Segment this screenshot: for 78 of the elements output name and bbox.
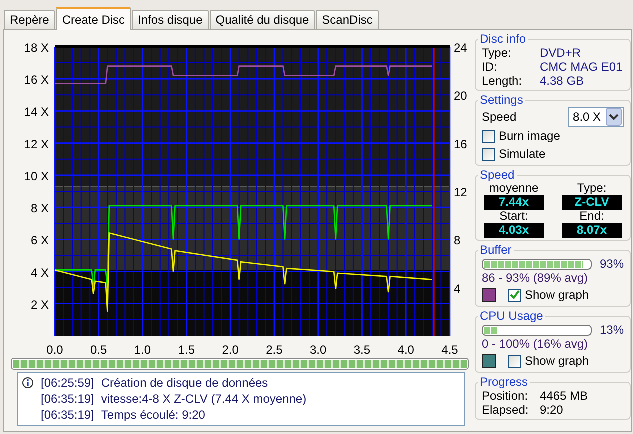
readout-value: Z-CLV bbox=[562, 195, 622, 210]
log-time: [06:35:19] bbox=[40, 407, 96, 423]
axis-label: 18 X bbox=[24, 41, 49, 55]
axis-label: 3.0 bbox=[310, 343, 327, 357]
axis-label: 4 bbox=[454, 282, 461, 296]
log-time: [06:35:19] bbox=[40, 391, 96, 407]
speed-dropdown[interactable]: 8.0 X bbox=[568, 107, 624, 127]
field-label: Length: bbox=[482, 74, 524, 88]
axis-label: 4.5 bbox=[442, 343, 458, 357]
color-swatch[interactable] bbox=[482, 288, 496, 302]
tab[interactable]: Qualité du disque bbox=[210, 10, 316, 29]
axis-label: 8 bbox=[454, 234, 461, 248]
axis-label: 2.5 bbox=[266, 343, 283, 357]
axis-label: 2 X bbox=[30, 298, 49, 312]
dropdown-icon bbox=[606, 108, 622, 126]
axis-label: 12 bbox=[454, 186, 468, 200]
checkbox-label: Show graph bbox=[525, 354, 590, 368]
group-title: Progress bbox=[479, 375, 530, 389]
readout-value: 7.44x bbox=[484, 195, 544, 210]
color-swatch[interactable] bbox=[482, 354, 496, 368]
field-value: CMC MAG E01 bbox=[540, 60, 623, 74]
tab[interactable]: Repère bbox=[4, 10, 56, 29]
axis-label: 2.0 bbox=[222, 343, 239, 357]
readout-label: Start: bbox=[500, 210, 528, 223]
tab[interactable]: ScanDisc bbox=[316, 10, 379, 29]
readout-label: Type: bbox=[577, 182, 607, 195]
readout-label: moyenne bbox=[489, 182, 539, 195]
group-title: Disc info bbox=[479, 32, 528, 46]
axis-label: 8 X bbox=[30, 202, 49, 216]
checkbox[interactable] bbox=[482, 148, 495, 160]
checkbox[interactable] bbox=[508, 288, 521, 302]
info-icon bbox=[22, 377, 34, 389]
group-title: CPU Usage bbox=[479, 309, 544, 323]
speed-label: Speed bbox=[482, 110, 517, 124]
field-label: ID: bbox=[482, 60, 498, 74]
meter-reading: 93% bbox=[600, 257, 624, 271]
field-label: Elapsed: bbox=[482, 403, 530, 417]
checkbox-label: Show graph bbox=[525, 288, 590, 302]
axis-label: 6 X bbox=[30, 234, 49, 248]
group-title: Buffer bbox=[479, 243, 513, 257]
axis-label: 12 X bbox=[24, 137, 49, 152]
axis-label: 4 X bbox=[30, 266, 49, 280]
field-value: 4.38 GB bbox=[540, 74, 584, 88]
field-value: DVD+R bbox=[540, 46, 582, 60]
log-message: Création de disque de données bbox=[101, 375, 268, 391]
axis-label: 10 X bbox=[24, 169, 49, 184]
log-message: vitesse:4-8 X Z-CLV (7.44 X moyenne) bbox=[101, 391, 307, 407]
group-title: Settings bbox=[479, 93, 524, 107]
checkbox-label: Burn image bbox=[499, 129, 560, 143]
axis-label: 0.0 bbox=[46, 343, 64, 357]
field-label: Position: bbox=[482, 389, 530, 403]
log-time: [06:25:59] bbox=[40, 375, 96, 391]
tab[interactable]: Infos disque bbox=[132, 10, 209, 29]
axis-label: 1.0 bbox=[134, 343, 152, 357]
meter-reading: 13% bbox=[600, 323, 624, 337]
axis-label: 3.5 bbox=[354, 343, 371, 357]
meter-range: 86 - 93% (89% avg) bbox=[482, 271, 590, 286]
axis-label: 1.5 bbox=[178, 343, 195, 357]
readout-label: End: bbox=[580, 210, 604, 223]
log-message: Temps écoulé: 9:20 bbox=[101, 407, 206, 423]
checkbox[interactable] bbox=[482, 130, 495, 142]
axis-label: 16 X bbox=[24, 73, 49, 88]
meter-range: 0 - 100% (16% avg) bbox=[482, 337, 590, 352]
readout-value: 8.07x bbox=[562, 223, 622, 238]
axis-label: 4.0 bbox=[398, 343, 414, 357]
checkbox-label: Simulate bbox=[499, 147, 546, 161]
readout-value: 4.03x bbox=[484, 223, 544, 238]
field-value: 4465 MB bbox=[540, 389, 588, 403]
group-title: Speed bbox=[479, 168, 516, 182]
checkbox[interactable] bbox=[508, 354, 521, 368]
axis-label: 14 X bbox=[24, 105, 49, 120]
field-label: Type: bbox=[482, 46, 512, 60]
field-value: 9:20 bbox=[540, 403, 564, 417]
axis-label: 24 bbox=[454, 41, 468, 55]
axis-label: 0.5 bbox=[90, 343, 108, 357]
axis-label: 20 bbox=[454, 89, 468, 104]
axis-label: 16 bbox=[454, 137, 468, 152]
tab[interactable]: Create Disc bbox=[56, 7, 132, 30]
